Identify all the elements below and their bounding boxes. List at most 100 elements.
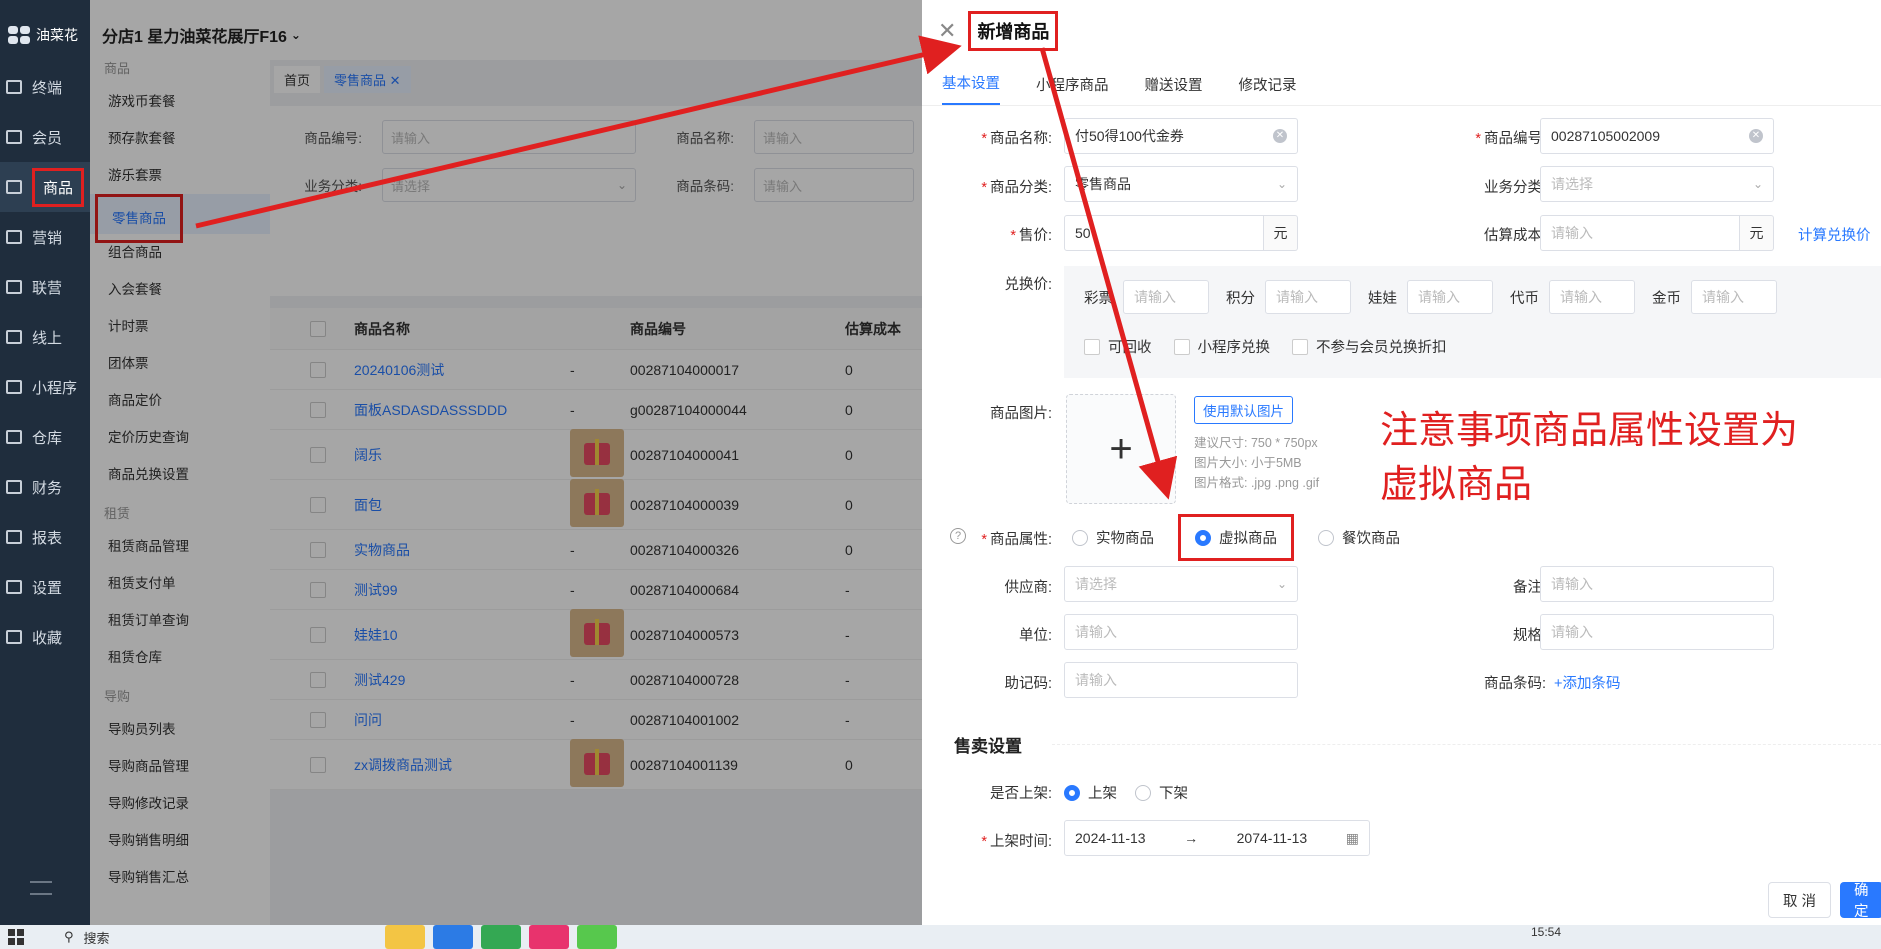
remark-input[interactable]: 请输入	[1540, 566, 1774, 602]
wechat-app-icon[interactable]	[577, 925, 617, 949]
calc-exchange-link[interactable]: 计算兑换价	[1798, 224, 1871, 245]
calendar-icon: ▦	[1345, 829, 1359, 846]
nav-member[interactable]: 会员	[0, 112, 90, 162]
nav-report[interactable]: 报表	[0, 512, 90, 562]
windows-start-icon[interactable]	[8, 929, 24, 945]
clear-icon[interactable]: ✕	[1749, 129, 1763, 143]
main-sidebar: 油菜花 终端 会员 商品 营销 联营 线上 小程序 仓库 财务 报表 设置 收藏	[0, 0, 90, 925]
mnemonic-label: 助记码:	[1004, 676, 1052, 692]
app-icon[interactable]	[529, 925, 569, 949]
spec-input[interactable]: 请输入	[1540, 614, 1774, 650]
mnemonic-input[interactable]: 请输入	[1064, 662, 1298, 698]
price-unit: 元	[1264, 215, 1298, 251]
chevron-down-icon: ⌄	[1276, 577, 1287, 591]
online-icon	[6, 330, 22, 344]
divider	[1052, 744, 1881, 745]
points-placeholder: 请输入	[1276, 289, 1318, 305]
gold-placeholder: 请输入	[1702, 289, 1744, 305]
close-icon[interactable]: ✕	[938, 18, 956, 44]
taskbar-apps	[385, 925, 617, 949]
exchange-token-label: 代币	[1510, 290, 1539, 307]
doll-placeholder: 请输入	[1418, 289, 1460, 305]
no-member-discount-checkbox[interactable]: 不参与会员兑换折扣	[1292, 336, 1447, 357]
modal-mask[interactable]	[90, 0, 922, 925]
nav-favorites[interactable]: 收藏	[0, 612, 90, 662]
finance-icon	[6, 480, 22, 494]
taskbar-search-label: 搜索	[83, 930, 110, 946]
shelf-date-range[interactable]: 2024-11-13 → 2074-11-13 ▦	[1064, 820, 1370, 856]
nav-goods[interactable]: 商品	[0, 162, 90, 212]
cost-input[interactable]: 请输入	[1540, 215, 1740, 251]
time-label: * 上架时间:	[981, 834, 1052, 850]
supplier-placeholder: 请选择	[1075, 576, 1117, 592]
chrome-app-icon[interactable]	[481, 925, 521, 949]
confirm-button[interactable]: 确 定	[1840, 882, 1881, 920]
clock: 15:54	[1530, 925, 1561, 939]
goods-code-input[interactable]: 00287105002009 ✕	[1540, 118, 1774, 154]
supplier-select[interactable]: 请选择 ⌄	[1064, 566, 1298, 602]
onshelf-off-radio[interactable]: 下架	[1135, 782, 1188, 803]
taskbar-search[interactable]: ⚲ 搜索	[64, 928, 110, 947]
code-label: * 商品编号:	[1475, 131, 1546, 147]
exchange-points-input[interactable]: 请输入	[1265, 280, 1351, 314]
attr-physical-radio[interactable]: 实物商品	[1072, 527, 1154, 548]
date-end: 2074-11-13	[1236, 830, 1308, 846]
name-label: * 商品名称:	[981, 131, 1052, 147]
use-default-image-button[interactable]: 使用默认图片	[1194, 396, 1293, 424]
nav-partner[interactable]: 联营	[0, 262, 90, 312]
cost-unit: 元	[1740, 215, 1774, 251]
miniprogram-exchange-checkbox[interactable]: 小程序兑换	[1173, 336, 1270, 357]
goods-name-input[interactable]: 付50得100代金券 ✕	[1064, 118, 1298, 154]
exchange-token-input[interactable]: 请输入	[1549, 280, 1635, 314]
image-upload[interactable]: +	[1066, 394, 1176, 504]
category-value: 零售商品	[1075, 176, 1131, 192]
spec-label: 规格:	[1512, 628, 1546, 644]
cancel-button[interactable]: 取 消	[1768, 882, 1832, 918]
lottery-placeholder: 请输入	[1134, 289, 1176, 305]
onshelf-on-radio[interactable]: 上架	[1064, 782, 1117, 803]
exchange-gold-input[interactable]: 请输入	[1691, 280, 1777, 314]
warehouse-icon	[6, 430, 22, 444]
tab-gift[interactable]: 赠送设置	[1145, 74, 1203, 105]
recyclable-checkbox[interactable]: 可回收	[1084, 336, 1152, 357]
nav-finance[interactable]: 财务	[0, 462, 90, 512]
category-label: * 商品分类:	[981, 180, 1052, 196]
nav-warehouse[interactable]: 仓库	[0, 412, 90, 462]
attr-radio-group: 实物商品 虚拟商品 餐饮商品	[1072, 514, 1400, 561]
cost-label: 估算成本:	[1483, 228, 1546, 244]
nav-online[interactable]: 线上	[0, 312, 90, 362]
sale-section-title: 售卖设置	[954, 737, 1022, 756]
category-select[interactable]: 零售商品 ⌄	[1064, 166, 1298, 202]
tab-miniprogram[interactable]: 小程序商品	[1036, 74, 1109, 105]
app-icon[interactable]	[433, 925, 473, 949]
tab-history[interactable]: 修改记录	[1239, 74, 1297, 105]
collapse-menu-icon[interactable]	[30, 881, 52, 895]
nav-settings[interactable]: 设置	[0, 562, 90, 612]
exchange-lottery-input[interactable]: 请输入	[1123, 280, 1209, 314]
add-barcode-link[interactable]: +添加条码	[1554, 672, 1620, 693]
flag-icon	[6, 230, 22, 244]
attr-virtual-radio[interactable]: 虚拟商品	[1178, 514, 1294, 561]
tab-basic[interactable]: 基本设置	[942, 72, 1000, 105]
chevron-down-icon: ⌄	[1752, 177, 1763, 191]
biz-select[interactable]: 请选择 ⌄	[1540, 166, 1774, 202]
folder-app-icon[interactable]	[385, 925, 425, 949]
exchange-lottery-label: 彩票	[1084, 290, 1113, 307]
price-value: 50	[1075, 225, 1091, 241]
unit-label: 单位:	[1018, 628, 1052, 644]
note-line-2: 虚拟商品	[1380, 464, 1533, 506]
exchange-doll-input[interactable]: 请输入	[1407, 280, 1493, 314]
nav-terminal[interactable]: 终端	[0, 62, 90, 112]
price-input[interactable]: 50	[1064, 215, 1264, 251]
attr-food-radio[interactable]: 餐饮商品	[1318, 527, 1400, 548]
clear-icon[interactable]: ✕	[1273, 129, 1287, 143]
report-icon	[6, 530, 22, 544]
heart-icon	[6, 630, 22, 644]
unit-input[interactable]: 请输入	[1064, 614, 1298, 650]
nav-miniprogram[interactable]: 小程序	[0, 362, 90, 412]
member-icon	[6, 130, 22, 144]
price-label: * 售价:	[1010, 228, 1052, 244]
nav-marketing[interactable]: 营销	[0, 212, 90, 262]
date-arrow: →	[1184, 830, 1199, 846]
image-label: 商品图片:	[989, 406, 1052, 422]
